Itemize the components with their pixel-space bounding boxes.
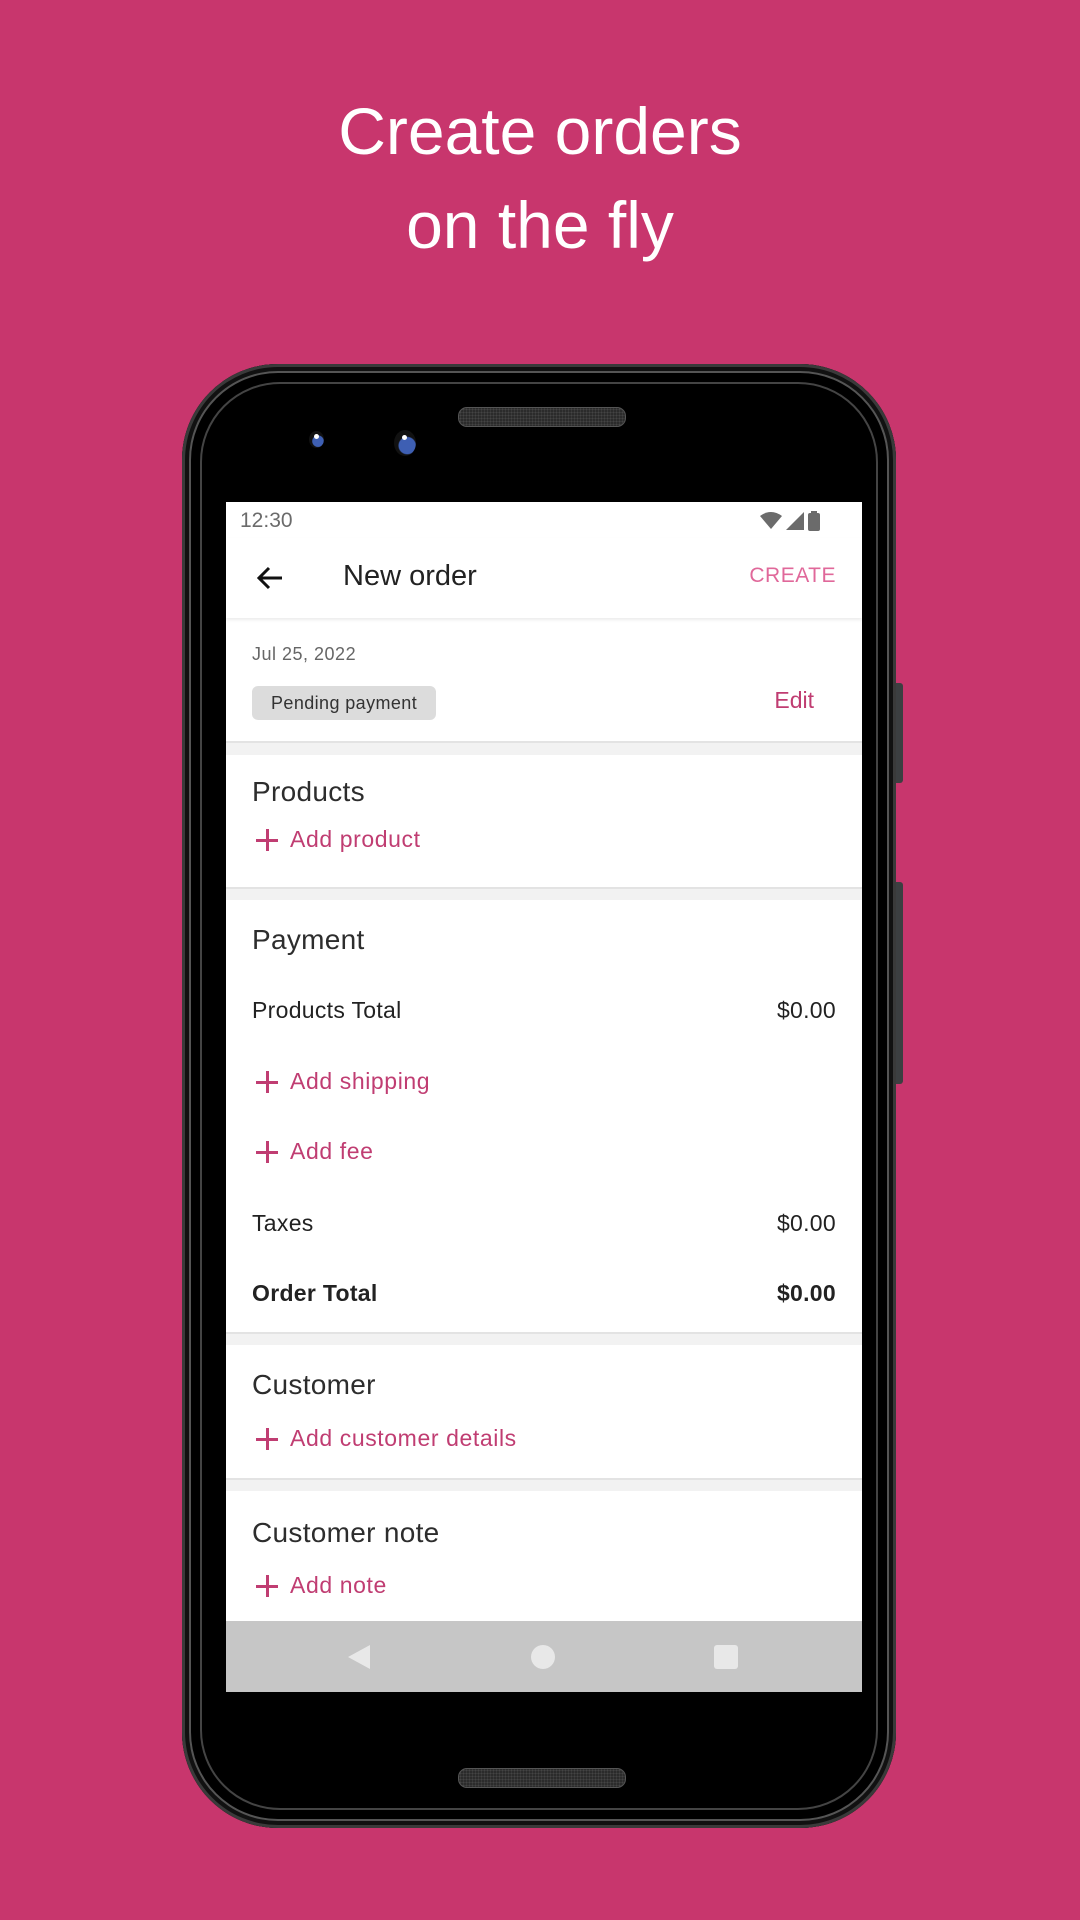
add-fee-button[interactable]: Add fee: [256, 1138, 374, 1165]
products-total-value: $0.00: [776, 997, 836, 1023]
plus-icon: [256, 1140, 278, 1163]
add-customer-button[interactable]: Add customer details: [256, 1425, 517, 1452]
products-title: Products: [252, 776, 365, 807]
products-card: Products Add product: [226, 755, 862, 889]
power-button: [895, 683, 903, 783]
status-badge: Pending payment: [252, 686, 437, 720]
taxes-row: Taxes $0.00: [252, 1210, 836, 1237]
plus-icon: [256, 1427, 278, 1450]
taxes-value: $0.00: [776, 1210, 836, 1236]
taxes-label: Taxes: [252, 1210, 314, 1236]
order-date: Jul 25, 2022: [252, 644, 357, 664]
home-circle-icon[interactable]: [531, 1645, 555, 1669]
add-shipping-label: Add shipping: [290, 1068, 431, 1094]
edit-status-button[interactable]: Edit: [774, 687, 814, 714]
camera-large-icon: [394, 430, 416, 456]
volume-button: [895, 882, 903, 1084]
wifi-icon: [760, 512, 782, 529]
customer-title: Customer: [252, 1369, 376, 1400]
payment-card: Payment Products Total $0.00 Add shippin…: [226, 900, 862, 1334]
add-customer-label: Add customer details: [290, 1425, 517, 1451]
products-total-row: Products Total $0.00: [252, 997, 836, 1024]
status-time: 12:30: [240, 509, 293, 532]
create-button[interactable]: CREATE: [749, 564, 836, 588]
add-product-label: Add product: [290, 826, 421, 852]
back-triangle-icon[interactable]: [348, 1645, 370, 1669]
add-shipping-button[interactable]: Add shipping: [256, 1068, 430, 1095]
plus-icon: [256, 1070, 278, 1093]
promo-headline: Create orders on the fly: [0, 84, 1080, 272]
customer-card: Customer Add customer details: [226, 1345, 862, 1480]
order-total-value: $0.00: [776, 1280, 836, 1306]
customer-note-card: Customer note Add note: [226, 1491, 862, 1631]
payment-title: Payment: [252, 924, 365, 955]
signal-icon: [786, 512, 804, 530]
top-speaker: [458, 407, 626, 427]
bottom-speaker: [458, 1768, 626, 1788]
page-title: New order: [343, 560, 477, 592]
battery-icon: [808, 511, 820, 531]
plus-icon: [256, 828, 278, 851]
headline-line-1: Create orders: [338, 94, 742, 168]
add-note-button[interactable]: Add note: [256, 1572, 387, 1599]
plus-icon: [256, 1574, 278, 1597]
recents-square-icon[interactable]: [714, 1645, 738, 1669]
products-total-label: Products Total: [252, 997, 402, 1023]
status-bar: 12:30: [226, 502, 862, 538]
customer-note-title: Customer note: [252, 1517, 440, 1548]
headline-line-2: on the fly: [406, 188, 674, 262]
add-fee-label: Add fee: [290, 1138, 374, 1164]
app-screen: 12:30 New order CREATE Jul 25, 2022 Pend…: [226, 502, 862, 1692]
arrow-left-icon[interactable]: [254, 562, 286, 594]
order-total-row: Order Total $0.00: [252, 1280, 836, 1307]
camera-small-icon: [309, 431, 324, 448]
system-nav-bar: [226, 1621, 862, 1692]
order-info-card: Jul 25, 2022 Pending payment Edit: [226, 618, 862, 743]
order-total-label: Order Total: [252, 1280, 378, 1306]
app-toolbar: New order CREATE: [226, 538, 862, 618]
add-product-button[interactable]: Add product: [256, 826, 421, 853]
add-note-label: Add note: [290, 1572, 387, 1598]
